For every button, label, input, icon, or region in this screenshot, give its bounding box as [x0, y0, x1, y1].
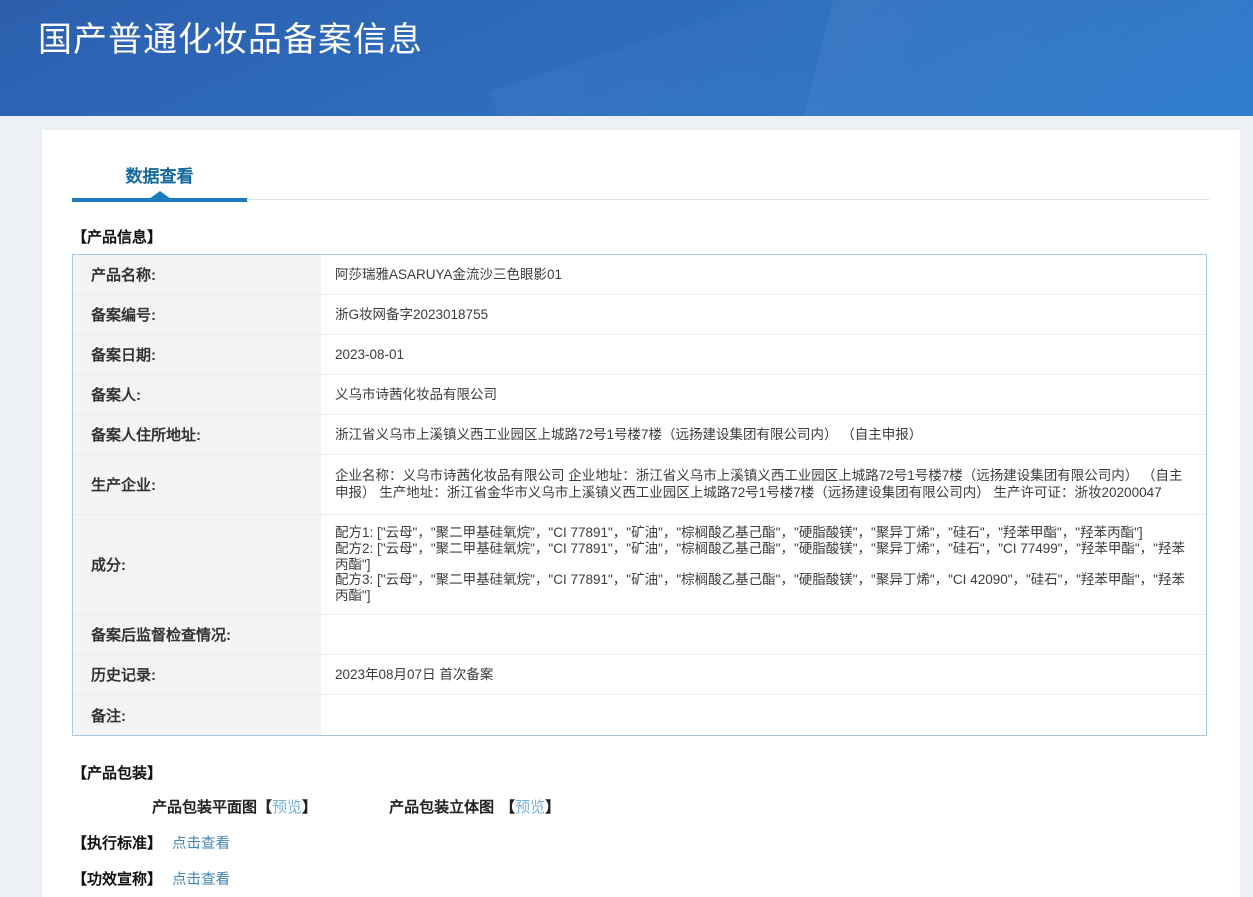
tab-bar: 数据查看: [72, 148, 1210, 202]
bracket: 】: [302, 799, 318, 816]
field-value: 配方1: ["云母"，"聚二甲基硅氧烷"，"CI 77891"，"矿油"，"棕榈…: [335, 524, 1185, 604]
field-label: 生产企业:: [73, 455, 323, 514]
active-tab-arrow-icon: [148, 191, 171, 199]
standards-row: 【执行标准】 点击查看: [72, 832, 1210, 853]
field-value: 阿莎瑞雅ASARUYA金流沙三色眼影01: [335, 266, 563, 282]
row-remarks: 备注:: [73, 695, 1206, 735]
standards-section-title: 【执行标准】: [72, 835, 163, 852]
field-value: 浙G妆网备字2023018755: [335, 306, 489, 322]
row-manufacturer: 生产企业: 企业名称：义乌市诗茜化妆品有限公司 企业地址：浙江省义乌市上溪镇义西…: [73, 455, 1206, 515]
packaging-section-title: 【产品包装】: [72, 765, 163, 782]
page-header: 国产普通化妆品备案信息: [0, 0, 1253, 116]
row-registrant-address: 备案人住所地址: 浙江省义乌市上溪镇义西工业园区上城路72号1号楼7楼（远扬建设…: [73, 415, 1206, 455]
field-label: 备案人:: [73, 375, 323, 414]
field-value: 义乌市诗茜化妆品有限公司: [335, 386, 497, 402]
bracket: 】: [545, 799, 561, 816]
row-supervision: 备案后监督检查情况:: [73, 615, 1206, 655]
efficacy-section-title: 【功效宣称】: [72, 871, 163, 888]
bracket: 【: [257, 799, 273, 816]
packaging-flat-image-item: 产品包装平面图 【 预览 】: [152, 796, 317, 817]
row-history: 历史记录: 2023年08月07日 首次备案: [73, 655, 1206, 695]
packaging-3d-image-label: 产品包装立体图: [389, 799, 495, 816]
field-value: [323, 615, 1206, 654]
standards-view-link[interactable]: 点击查看: [172, 832, 230, 853]
efficacy-view-link[interactable]: 点击查看: [172, 868, 230, 889]
content-card: 数据查看 【产品信息】 产品名称: 阿莎瑞雅ASARUYA金流沙三色眼影01 备…: [42, 130, 1240, 897]
packaging-3d-preview-link[interactable]: 预览: [515, 796, 545, 817]
field-value: 企业名称：义乌市诗茜化妆品有限公司 企业地址：浙江省义乌市上溪镇义西工业园区上城…: [335, 468, 1183, 500]
field-label: 备注:: [73, 695, 323, 735]
efficacy-row: 【功效宣称】 点击查看: [72, 868, 1210, 889]
product-info-section-title: 【产品信息】: [72, 229, 163, 246]
field-value: 2023年08月07日 首次备案: [335, 666, 494, 682]
row-filing-date: 备案日期: 2023-08-01: [73, 335, 1206, 375]
row-filing-number: 备案编号: 浙G妆网备字2023018755: [73, 295, 1206, 335]
row-registrant: 备案人: 义乌市诗茜化妆品有限公司: [73, 375, 1206, 415]
tab-data-view-label: 数据查看: [125, 167, 194, 186]
active-tab-indicator: [72, 191, 247, 202]
field-value: [323, 695, 1206, 735]
field-label: 成分:: [73, 515, 323, 614]
tab-data-view[interactable]: 数据查看: [72, 148, 247, 202]
packaging-3d-image-item: 产品包装立体图 【 预览 】: [389, 796, 560, 817]
product-info-table: 产品名称: 阿莎瑞雅ASARUYA金流沙三色眼影01 备案编号: 浙G妆网备字2…: [72, 254, 1207, 736]
field-value: 浙江省义乌市上溪镇义西工业园区上城路72号1号楼7楼（远扬建设集团有限公司内） …: [335, 426, 923, 442]
field-value: 2023-08-01: [335, 346, 405, 362]
packaging-flat-preview-link[interactable]: 预览: [272, 796, 302, 817]
page-title: 国产普通化妆品备案信息: [38, 21, 423, 59]
field-label: 备案编号:: [73, 295, 323, 334]
field-label: 历史记录:: [73, 655, 323, 694]
field-label: 备案日期:: [73, 335, 323, 374]
packaging-row: 产品包装平面图 【 预览 】 产品包装立体图 【 预览 】: [72, 796, 1210, 817]
field-label: 产品名称:: [73, 255, 323, 294]
field-label: 备案后监督检查情况:: [73, 615, 323, 654]
page-body: 数据查看 【产品信息】 产品名称: 阿莎瑞雅ASARUYA金流沙三色眼影01 备…: [0, 116, 1253, 897]
row-product-name: 产品名称: 阿莎瑞雅ASARUYA金流沙三色眼影01: [73, 255, 1206, 295]
field-label: 备案人住所地址:: [73, 415, 323, 454]
bracket: 【: [500, 799, 516, 816]
packaging-flat-image-label: 产品包装平面图: [152, 799, 258, 816]
row-ingredients: 成分: 配方1: ["云母"，"聚二甲基硅氧烷"，"CI 77891"，"矿油"…: [73, 515, 1206, 615]
